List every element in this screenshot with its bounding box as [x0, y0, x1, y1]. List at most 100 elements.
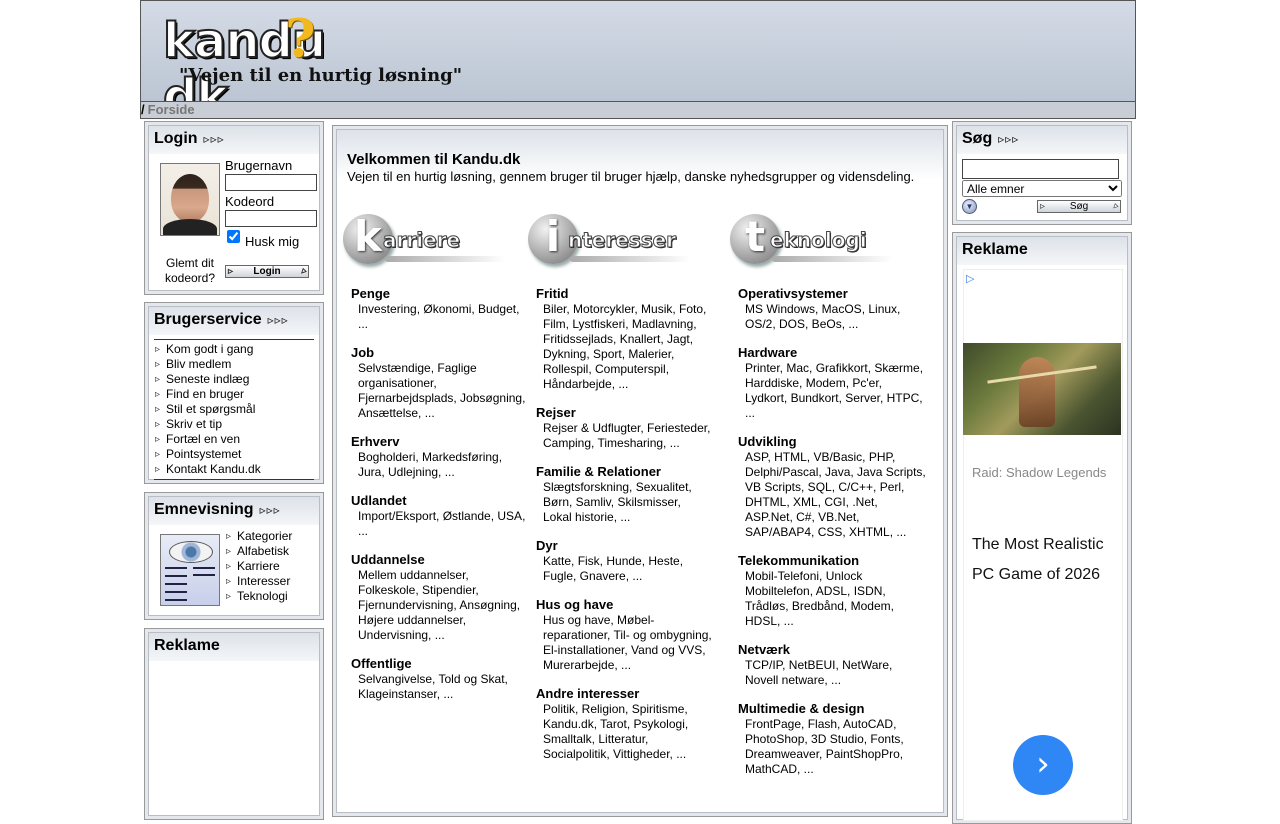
column-teknologi: t eknologi Operativsystemer MS Windows, M…: [730, 212, 928, 790]
interesser-banner[interactable]: i nteresser: [528, 212, 714, 272]
category-title[interactable]: Hardware: [738, 345, 928, 361]
category-links[interactable]: Mobil-Telefoni, Unlock Mobiltelefon, ADS…: [738, 569, 928, 629]
category-links[interactable]: Biler, Motorcykler, Musik, Foto, Film, L…: [536, 302, 714, 392]
search-button[interactable]: Søg: [1037, 200, 1121, 213]
welcome-title: Velkommen til Kandu.dk: [347, 151, 521, 168]
password-label: Kodeord: [225, 194, 275, 209]
menu-item[interactable]: Find en bruger: [154, 387, 314, 402]
search-box: Søg▹▹▹ Alle emner ▼ Søg: [952, 121, 1132, 225]
breadcrumb-forside[interactable]: Forside: [148, 102, 195, 117]
breadcrumb-separator: /: [141, 102, 145, 117]
right-ad-title: Reklame: [962, 241, 1028, 258]
chevron-right-icon[interactable]: ›: [1013, 735, 1073, 795]
column-interesser: i nteresser Fritid Biler, Motorcykler, Mu…: [528, 212, 714, 775]
category-title[interactable]: Telekommunikation: [738, 553, 928, 569]
category-links[interactable]: Slægtsforskning, Sexualitet, Børn, Samli…: [536, 480, 714, 525]
category: Udlandet Import/Eksport, Østlande, USA, .…: [351, 493, 529, 539]
category-links[interactable]: Rejser & Udflugter, Feriesteder, Camping…: [536, 421, 714, 451]
category-title[interactable]: Netværk: [738, 642, 928, 658]
arrows-icon: ▹▹▹: [998, 132, 1020, 146]
category-links[interactable]: Bogholderi, Markedsføring, Jura, Udlejni…: [351, 450, 529, 480]
category-title[interactable]: Dyr: [536, 538, 714, 554]
menu-item[interactable]: Karriere: [225, 559, 320, 574]
category-title[interactable]: Offentlige: [351, 656, 529, 672]
brugerservice-title: Brugerservice ▹▹▹: [154, 311, 289, 328]
forgot-password-link[interactable]: Glemt dit kodeord?: [161, 256, 219, 286]
main-content: Velkommen til Kandu.dk Vejen til en hurt…: [332, 125, 948, 817]
category: Hardware Printer, Mac, Grafikkort, Skærme…: [738, 345, 928, 421]
menu-item[interactable]: Fortæl en ven: [154, 432, 314, 447]
category-title[interactable]: Erhverv: [351, 434, 529, 450]
category-links[interactable]: Investering, Økonomi, Budget, ...: [351, 302, 529, 332]
login-button[interactable]: Login: [225, 265, 309, 278]
username-input[interactable]: [225, 174, 317, 191]
banner-shadow: [772, 256, 892, 262]
category: Penge Investering, Økonomi, Budget, ...: [351, 286, 529, 332]
category-links[interactable]: Mellem uddannelser, Folkeskole, Stipendi…: [351, 568, 529, 643]
ad-headline[interactable]: The Most Realistic PC Game of 2026: [972, 530, 1122, 590]
category-title[interactable]: Fritid: [536, 286, 714, 302]
category-title[interactable]: Operativsystemer: [738, 286, 928, 302]
down-circle-icon[interactable]: ▼: [962, 199, 977, 214]
category: Udvikling ASP, HTML, VB/Basic, PHP, Delph…: [738, 434, 928, 540]
category-links[interactable]: Politik, Religion, Spiritisme, Kandu.dk,…: [536, 702, 714, 762]
left-ad-box: Reklame: [144, 628, 324, 820]
banner-shadow: [385, 256, 505, 262]
category-title[interactable]: Penge: [351, 286, 529, 302]
category-title[interactable]: Rejser: [536, 405, 714, 421]
menu-item[interactable]: Teknologi: [225, 589, 320, 604]
menu-item[interactable]: Interesser: [225, 574, 320, 589]
category-title[interactable]: Job: [351, 345, 529, 361]
category-links[interactable]: MS Windows, MacOS, Linux, OS/2, DOS, BeO…: [738, 302, 928, 332]
menu-item[interactable]: Kontakt Kandu.dk: [154, 462, 314, 477]
category-links[interactable]: Katte, Fisk, Hunde, Heste, Fugle, Gnaver…: [536, 554, 714, 584]
category-links[interactable]: Selvangivelse, Told og Skat, Klageinstan…: [351, 672, 529, 702]
category-title[interactable]: Hus og have: [536, 597, 714, 613]
ad-brand[interactable]: Raid: Shadow Legends: [972, 465, 1106, 480]
ad-image[interactable]: [963, 343, 1121, 435]
arrows-icon: ▹▹▹: [259, 503, 281, 517]
category-links[interactable]: ASP, HTML, VB/Basic, PHP, Delphi/Pascal,…: [738, 450, 928, 540]
category: Multimedie & design FrontPage, Flash, Aut…: [738, 701, 928, 777]
category-title[interactable]: Multimedie & design: [738, 701, 928, 717]
brugerservice-box: Brugerservice▹▹▹ Kom godt i gang Bliv me…: [144, 302, 324, 484]
arrows-icon: ▹▹▹: [267, 313, 289, 327]
eye-list-icon: [160, 534, 220, 606]
menu-item[interactable]: Skriv et tip: [154, 417, 314, 432]
category: Andre interesser Politik, Religion, Spiri…: [536, 686, 714, 762]
category-links[interactable]: Import/Eksport, Østlande, USA, ...: [351, 509, 529, 539]
category-title[interactable]: Andre interesser: [536, 686, 714, 702]
site-header: kandudk ? "Vejen til en hurtig løsning": [140, 0, 1136, 126]
category: Familie & Relationer Slægtsforskning, Sex…: [536, 464, 714, 525]
teknologi-banner[interactable]: t eknologi: [730, 212, 928, 272]
karriere-banner[interactable]: k arriere: [343, 212, 529, 272]
category-links[interactable]: Hus og have, Møbel-reparationer, Til- og…: [536, 613, 714, 673]
column-karriere: k arriere Penge Investering, Økonomi, Bud…: [343, 212, 529, 715]
category-links[interactable]: FrontPage, Flash, AutoCAD, PhotoShop, 3D…: [738, 717, 928, 777]
category-links[interactable]: Selvstændige, Faglige organisationer, Fj…: [351, 361, 529, 421]
category-title[interactable]: Uddannelse: [351, 552, 529, 568]
adchoices-icon[interactable]: ▷: [966, 272, 974, 285]
menu-item[interactable]: Seneste indlæg: [154, 372, 314, 387]
category: Hus og have Hus og have, Møbel-reparation…: [536, 597, 714, 673]
category-links[interactable]: TCP/IP, NetBEUI, NetWare, Novell netware…: [738, 658, 928, 688]
karriere-word: arriere: [382, 228, 461, 253]
category-title[interactable]: Udlandet: [351, 493, 529, 509]
remember-checkbox[interactable]: [227, 230, 240, 243]
menu-item[interactable]: Kom godt i gang: [154, 342, 314, 357]
menu-item[interactable]: Alfabetisk: [225, 544, 320, 559]
password-input[interactable]: [225, 210, 317, 227]
menu-item[interactable]: Stil et spørgsmål: [154, 402, 314, 417]
search-scope-select[interactable]: Alle emner: [962, 180, 1122, 197]
category-title[interactable]: Udvikling: [738, 434, 928, 450]
search-input[interactable]: [962, 159, 1119, 179]
category: Netværk TCP/IP, NetBEUI, NetWare, Novell …: [738, 642, 928, 688]
emnevisning-box: Emnevisning▹▹▹ Kategorier Alfabetisk Kar…: [144, 492, 324, 620]
site-logo[interactable]: kandudk ? "Vejen til en hurtig løsning": [162, 9, 462, 126]
menu-item[interactable]: Pointsystemet: [154, 447, 314, 462]
menu-item[interactable]: Kategorier: [225, 529, 320, 544]
menu-item[interactable]: Bliv medlem: [154, 357, 314, 372]
category-links[interactable]: Printer, Mac, Grafikkort, Skærme, Harddi…: [738, 361, 928, 421]
category-title[interactable]: Familie & Relationer: [536, 464, 714, 480]
avatar: [160, 163, 220, 236]
